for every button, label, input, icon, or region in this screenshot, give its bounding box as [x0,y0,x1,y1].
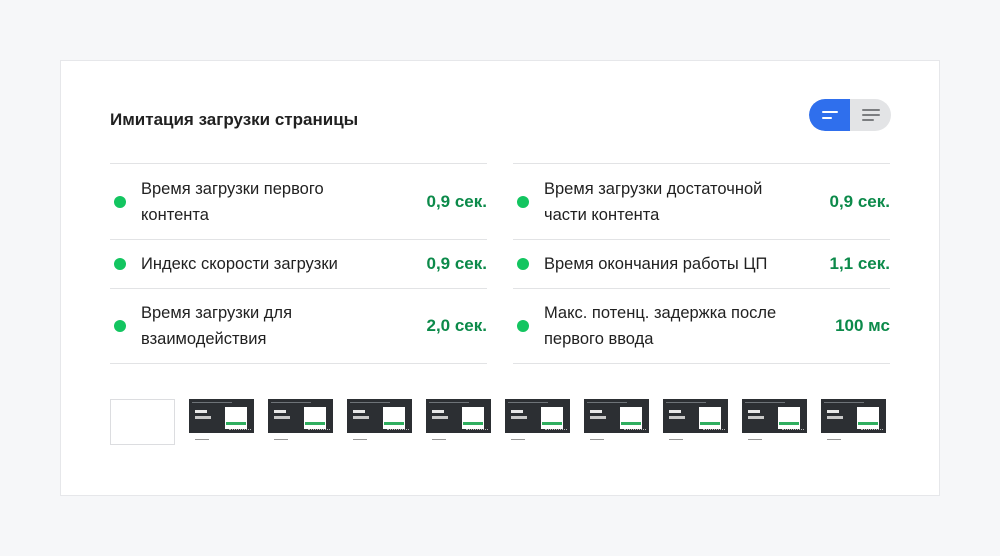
metric-value: 100 мс [835,316,890,335]
filmstrip-frame-blank [110,399,175,445]
pass-indicator-icon [114,320,126,332]
metric-row: Время окончания работы ЦП 1,1 сек. [513,239,890,288]
view-toggle[interactable] [809,99,891,131]
filmstrip-frame-screenshot [189,399,254,445]
pass-indicator-icon [517,195,529,208]
filmstrip-frame-screenshot [821,399,886,445]
summary-view-button[interactable] [809,99,850,131]
metric-label: Макс. потенц. задержка после первого вво… [544,304,777,348]
metric-value: 0,9 сек. [829,191,891,211]
filmstrip [110,399,886,445]
metric-value: 0,9 сек. [426,254,488,273]
metric-row: Индекс скорости загрузки 0,9 сек. [110,239,487,288]
pass-indicator-icon [114,258,126,270]
filmstrip-frame-screenshot [663,399,728,445]
filmstrip-frame-screenshot [347,399,412,445]
filmstrip-frame-screenshot [268,399,333,445]
lab-data-card: Имитация загрузки страницы Время загрузк… [60,60,940,496]
metrics-column-right: Время загрузки достаточной части контент… [513,163,890,364]
short-lines-icon [821,111,838,119]
metric-value: 2,0 сек. [426,316,488,335]
metric-row: Время загрузки первого контента 0,9 сек. [110,163,487,239]
metric-value: 1,1 сек. [829,254,891,273]
filmstrip-frame-screenshot [426,399,491,445]
list-view-button[interactable] [850,99,891,131]
metric-label: Время загрузки первого контента [141,179,324,224]
metric-label: Индекс скорости загрузки [141,255,338,273]
metric-label: Время окончания работы ЦП [544,255,768,273]
pass-indicator-icon [114,195,126,208]
metric-row: Макс. потенц. задержка после первого вво… [513,288,890,364]
metric-row: Время загрузки для взаимодействия 2,0 се… [110,288,487,364]
pass-indicator-icon [517,320,529,332]
metric-label: Время загрузки для взаимодействия [141,304,292,348]
metrics-column-left: Время загрузки первого контента 0,9 сек.… [110,163,487,364]
filmstrip-frame-screenshot [742,399,807,445]
metric-row: Время загрузки достаточной части контент… [513,163,890,239]
filmstrip-frame-screenshot [584,399,649,445]
list-lines-icon [861,109,880,121]
metric-value: 0,9 сек. [426,191,488,211]
section-title: Имитация загрузки страницы [110,110,359,129]
pass-indicator-icon [517,258,529,270]
filmstrip-frame-screenshot [505,399,570,445]
metric-label: Время загрузки достаточной части контент… [544,179,763,224]
